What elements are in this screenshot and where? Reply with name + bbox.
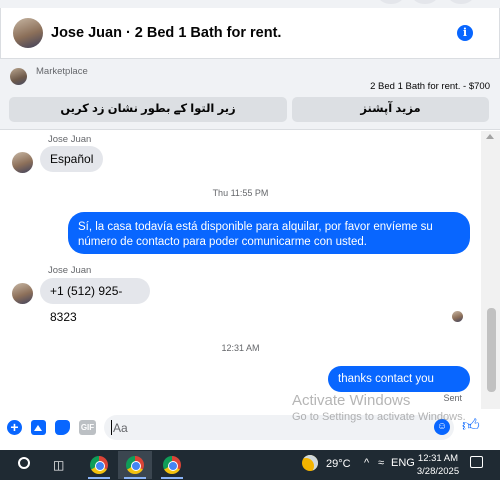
clock-time: 12:31 AM [417,453,459,464]
scroll-up-arrow-icon[interactable] [486,134,494,139]
running-indicator [88,477,110,479]
info-icon[interactable]: i [457,25,473,41]
listing-thumbnail[interactable] [10,68,27,85]
taskbar-app-chrome[interactable] [82,451,116,479]
listing-title[interactable]: 2 Bed 1 Bath for rent. - $700 [370,81,490,92]
toolbar-button[interactable] [412,0,438,4]
image-icon[interactable] [31,420,46,435]
chrome-icon [90,456,108,474]
taskbar-app-chrome[interactable] [155,451,189,479]
taskbar-app-chrome-active[interactable] [118,451,152,479]
message-timestamp: 12:31 AM [221,343,260,353]
marketplace-panel: Marketplace 2 Bed 1 Bath for rent. - $70… [0,58,500,130]
top-toolbar-remnant [0,0,500,8]
scrollbar-thumb[interactable] [487,308,496,392]
message-timestamp: Thu 11:55 PM [212,188,269,198]
chat-title[interactable]: Jose Juan · 2 Bed 1 Bath for rent. [51,25,281,41]
text-caret [111,420,112,435]
message-bubble-incoming[interactable]: Español [40,146,104,172]
gif-icon[interactable]: GIF [79,420,96,435]
tray-chevron-icon[interactable]: ^ [364,457,369,469]
running-indicator [124,477,146,479]
toolbar-button[interactable] [378,0,404,4]
plus-icon[interactable]: + [7,420,22,435]
chat-header: Jose Juan · 2 Bed 1 Bath for rent. i [0,8,500,58]
messenger-window: Jose Juan · 2 Bed 1 Bath for rent. i Mar… [0,0,500,480]
mark-pending-button[interactable]: زیر التوا کے بطور نشان زد کریں [9,97,287,122]
avatar[interactable] [12,152,33,173]
avatar[interactable] [12,283,33,304]
activation-watermark-subtitle: Go to Settings to activate Windows. [292,411,466,423]
running-indicator [161,477,183,479]
message-bubble-outgoing[interactable]: thanks contact you soon. [328,366,470,411]
message-bubble-outgoing[interactable]: Sí, la casa todavía está disponible para… [68,212,470,254]
windows-start-icon[interactable] [18,457,30,469]
activation-watermark-title: Activate Windows [292,392,411,409]
taskbar-clock[interactable]: 12:31 AM 3/28/2025 [412,452,464,478]
message-status: Sent [443,393,462,403]
message-bubble-incoming[interactable]: +1 (512) 925-8323 [40,278,150,324]
clock-date: 3/28/2025 [416,466,460,477]
marketplace-label: Marketplace [36,66,88,77]
sender-name: Jose Juan [48,265,92,276]
wifi-icon[interactable]: ≈ [378,457,384,469]
chrome-icon [126,456,144,474]
sender-name: Jose Juan [48,134,92,145]
avatar[interactable] [13,18,43,48]
seen-avatar [452,311,463,322]
weather-temperature[interactable]: 29°C [326,458,351,470]
weather-icon[interactable] [302,455,318,471]
notification-icon[interactable] [470,456,483,468]
toolbar-button[interactable] [448,0,474,4]
task-view-icon[interactable]: ◫ [53,458,64,472]
chrome-icon [163,456,181,474]
more-options-button[interactable]: مزید آپشنز [292,97,489,122]
